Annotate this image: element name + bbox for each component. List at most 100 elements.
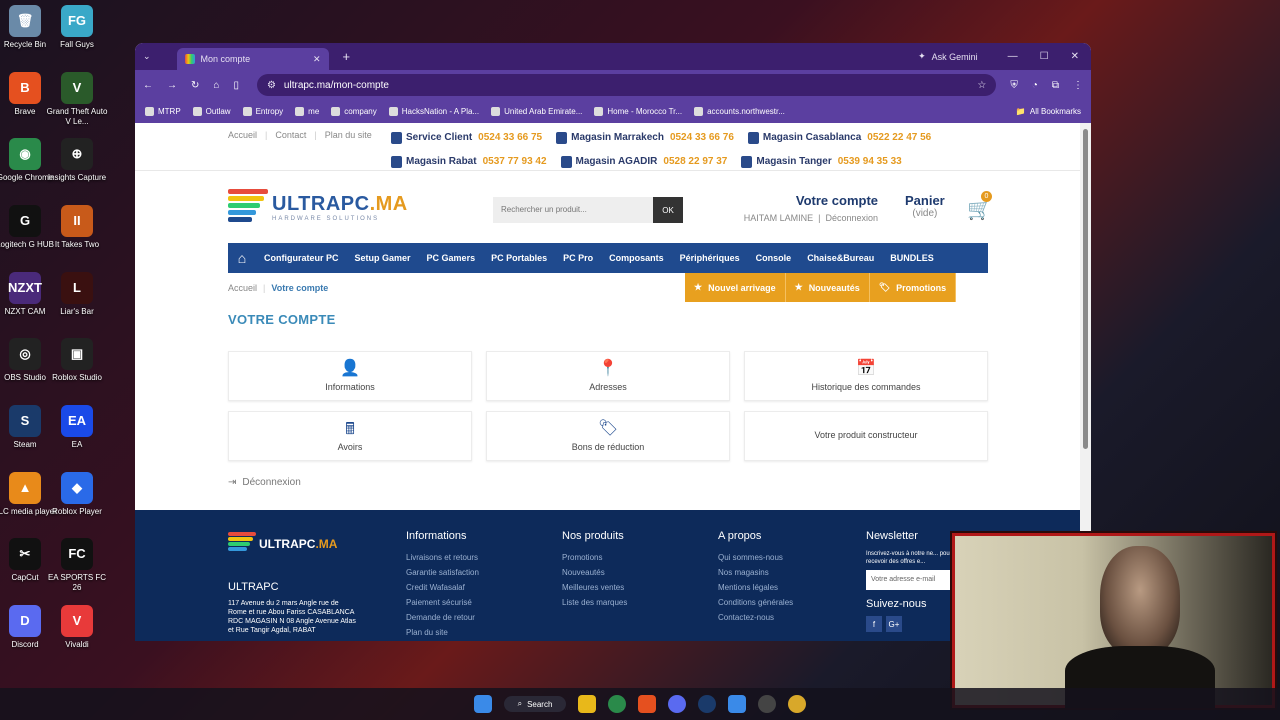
- logout-link[interactable]: ⇥ Déconnexion: [228, 477, 301, 488]
- desktop-icon-it-takes-two[interactable]: II It Takes Two: [45, 205, 109, 250]
- top-link[interactable]: Contact: [275, 130, 306, 140]
- footer-link[interactable]: Qui sommes-nous: [718, 550, 793, 565]
- desktop-icon-liar-s-bar[interactable]: L Liar's Bar: [45, 272, 109, 317]
- desktop-icon-ea-sports-fc-26[interactable]: FC EA SPORTS FC 26: [45, 538, 109, 593]
- brave-icon[interactable]: [638, 695, 657, 713]
- todo-icon[interactable]: [728, 695, 747, 713]
- minimize-button[interactable]: —: [1008, 51, 1018, 62]
- promo-button[interactable]: ★ Nouvel arrivage: [685, 273, 786, 302]
- bookmark-item[interactable]: HacksNation - A Pla...: [388, 107, 479, 116]
- footer-link[interactable]: Demande de retour: [406, 610, 479, 625]
- bookmark-item[interactable]: MTRP: [145, 107, 181, 116]
- bookmark-item[interactable]: Entropy: [242, 107, 283, 116]
- top-link[interactable]: Accueil: [228, 130, 257, 140]
- extension-icon[interactable]: ◔: [1032, 80, 1038, 91]
- new-tab-button[interactable]: +: [343, 49, 351, 64]
- chrome-canary-icon[interactable]: [788, 695, 807, 713]
- bookmark-item[interactable]: company: [331, 107, 377, 116]
- steam-icon[interactable]: [698, 695, 717, 713]
- desktop-icon-roblox-player[interactable]: ◆ Roblox Player: [45, 472, 109, 517]
- desktop-icon-vivaldi[interactable]: V Vivaldi: [45, 605, 109, 650]
- search-button[interactable]: OK: [653, 197, 683, 223]
- footer-link[interactable]: Nos magasins: [718, 565, 793, 580]
- search-input[interactable]: Rechercher un produit...: [493, 197, 653, 223]
- menu-item[interactable]: PC Pro: [555, 253, 601, 263]
- bookmark-item[interactable]: United Arab Emirate...: [491, 107, 582, 116]
- back-icon[interactable]: ←: [143, 80, 153, 91]
- desktop-icon-roblox-studio[interactable]: ▣ Roblox Studio: [45, 338, 109, 383]
- sidebar-icon[interactable]: ▯: [233, 80, 239, 91]
- newsletter-email-input[interactable]: Votre adresse e-mail: [866, 570, 956, 590]
- menu-item[interactable]: PC Portables: [483, 253, 555, 263]
- footer-link[interactable]: Conditions générales: [718, 595, 793, 610]
- breadcrumb-home[interactable]: Accueil: [228, 283, 257, 293]
- bookmark-star-icon[interactable]: ☆: [977, 80, 986, 91]
- google-plus-icon[interactable]: G+: [886, 616, 902, 632]
- close-tab-icon[interactable]: ✕: [313, 54, 321, 65]
- close-window-button[interactable]: ✕: [1071, 51, 1079, 62]
- account-user[interactable]: HAITAM LAMINE: [744, 213, 813, 223]
- site-info-icon[interactable]: ⚙: [267, 80, 276, 91]
- menu-item[interactable]: Chaise&Bureau: [799, 253, 882, 263]
- footer-link[interactable]: Paiement sécurisé: [406, 595, 479, 610]
- ask-gemini-button[interactable]: ✦ Ask Gemini: [918, 51, 978, 62]
- puzzle-icon[interactable]: ⧉: [1052, 80, 1059, 91]
- desktop-icon-grand-theft-auto-v-le-[interactable]: V Grand Theft Auto V Le...: [45, 72, 109, 127]
- all-bookmarks-button[interactable]: 📁 All Bookmarks: [1016, 107, 1081, 116]
- menu-item[interactable]: BUNDLES: [882, 253, 942, 263]
- footer-link[interactable]: Livraisons et retours: [406, 550, 479, 565]
- bookmark-item[interactable]: Outlaw: [192, 107, 231, 116]
- account-card[interactable]: 👤 Informations: [228, 351, 472, 401]
- menu-icon[interactable]: ⋮: [1073, 80, 1083, 91]
- tab-list-icon[interactable]: ⌄: [143, 51, 151, 62]
- chrome-icon[interactable]: [608, 695, 627, 713]
- forward-icon[interactable]: →: [167, 80, 177, 91]
- bookmark-item[interactable]: me: [295, 107, 319, 116]
- desktop-icon-insights-capture[interactable]: ⊕ Insights Capture: [45, 138, 109, 183]
- home-icon[interactable]: ⌂: [213, 80, 219, 91]
- footer-link[interactable]: Garantie satisfaction: [406, 565, 479, 580]
- header-logout-link[interactable]: Déconnexion: [825, 213, 878, 223]
- account-card[interactable]: 🖩 Avoirs: [228, 411, 472, 461]
- store-contact[interactable]: Magasin Casablanca 0522 22 47 56: [747, 128, 931, 148]
- promo-button[interactable]: 🏷 Promotions: [869, 273, 957, 302]
- cart-block[interactable]: Panier (vide): [905, 193, 945, 219]
- footer-logo[interactable]: ULTRAPC.MA: [228, 532, 337, 556]
- store-contact[interactable]: Magasin Tanger 0539 94 35 33: [741, 152, 902, 172]
- footer-link[interactable]: Liste des marques: [562, 595, 627, 610]
- menu-item[interactable]: Composants: [601, 253, 672, 263]
- menu-item[interactable]: PC Gamers: [419, 253, 484, 263]
- bookmark-item[interactable]: Home - Morocco Tr...: [594, 107, 682, 116]
- scrollbar-thumb[interactable]: [1083, 129, 1088, 449]
- top-link[interactable]: Plan du site: [325, 130, 372, 140]
- start-icon[interactable]: [473, 695, 492, 713]
- file-explorer-icon[interactable]: [578, 695, 597, 713]
- maximize-button[interactable]: ☐: [1040, 51, 1049, 62]
- footer-link[interactable]: Plan du site: [406, 625, 479, 640]
- facebook-icon[interactable]: f: [866, 616, 882, 632]
- tab-mon-compte[interactable]: Mon compte ✕: [176, 48, 329, 70]
- store-contact[interactable]: Magasin Rabat 0537 77 93 42: [391, 152, 547, 172]
- footer-link[interactable]: Nouveautés: [562, 565, 627, 580]
- menu-item[interactable]: Périphériques: [672, 253, 748, 263]
- store-contact[interactable]: Magasin AGADIR 0528 22 97 37: [560, 152, 727, 172]
- taskbar-search[interactable]: ⌕ Search: [503, 696, 567, 712]
- footer-link[interactable]: Contactez-nous: [718, 610, 793, 625]
- store-contact[interactable]: Service Client 0524 33 66 75: [391, 128, 542, 148]
- account-card[interactable]: 📍 Adresses: [486, 351, 730, 401]
- account-card[interactable]: Votre produit constructeur: [744, 411, 988, 461]
- site-logo[interactable]: ULTRAPC.MA HARDWARE SOLUTIONS: [228, 189, 408, 225]
- shield-icon[interactable]: ⛨: [1010, 80, 1018, 91]
- promo-button[interactable]: ★ Nouveautés: [785, 273, 870, 302]
- menu-item[interactable]: Setup Gamer: [347, 253, 419, 263]
- bookmark-item[interactable]: accounts.northwestr...: [694, 107, 785, 116]
- footer-link[interactable]: Promotions: [562, 550, 627, 565]
- menu-item[interactable]: Console: [748, 253, 800, 263]
- footer-link[interactable]: Meilleures ventes: [562, 580, 627, 595]
- discord-icon[interactable]: [668, 695, 687, 713]
- account-title[interactable]: Votre compte: [731, 193, 878, 208]
- footer-link[interactable]: Credit Wafasalaf: [406, 580, 479, 595]
- desktop-icon-ea[interactable]: EA EA: [45, 405, 109, 450]
- store-contact[interactable]: Magasin Marrakech 0524 33 66 76: [556, 128, 734, 148]
- account-card[interactable]: 📅 Historique des commandes: [744, 351, 988, 401]
